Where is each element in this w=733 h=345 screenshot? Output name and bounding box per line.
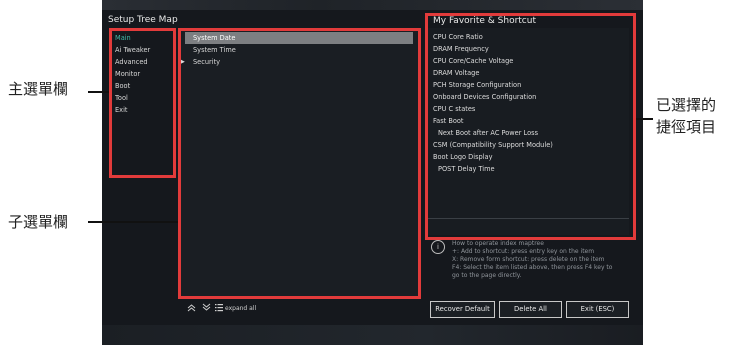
expand-all-link[interactable]: expand all [225, 305, 256, 312]
double-chevron-down-icon[interactable] [202, 303, 211, 314]
favorites-divider [426, 218, 629, 219]
favorite-item[interactable]: CSM (Compatibility Support Module) [433, 139, 553, 151]
top-strip [102, 0, 643, 10]
shortcut-leader-line [636, 118, 653, 120]
bottom-strip [102, 325, 643, 345]
main-menu-leader-line [88, 91, 109, 93]
favorite-item[interactable]: POST Delay Time [438, 163, 495, 175]
sub-menu-item-system-date[interactable]: System Date [185, 32, 413, 44]
sub-menu-item-system-time[interactable]: System Time [185, 44, 413, 56]
sub-menu-item-label: Security [193, 58, 221, 66]
info-icon: i [431, 240, 445, 254]
list-icon[interactable] [215, 303, 223, 314]
favorite-item[interactable]: CPU C states [433, 103, 475, 115]
main-menu-item-ai-tweaker[interactable]: Ai Tweaker [108, 44, 180, 56]
help-line: How to operate index maptree [452, 240, 544, 247]
main-menu-item-boot[interactable]: Boot [108, 80, 180, 92]
favorite-item[interactable]: DRAM Frequency [433, 43, 489, 55]
exit-button[interactable]: Exit (ESC) [566, 301, 629, 318]
favorites-title: My Favorite & Shortcut [433, 16, 536, 26]
help-line: +: Add to shortcut: press entry key on t… [452, 248, 595, 255]
help-line: F4: Select the item listed above, then p… [452, 264, 613, 271]
sub-menu-leader-line [88, 221, 178, 223]
favorite-item[interactable]: Onboard Devices Configuration [433, 91, 536, 103]
help-line: go to the page directly. [452, 272, 522, 279]
main-menu-item-tool[interactable]: Tool [108, 92, 180, 104]
favorite-item[interactable]: Boot Logo Display [433, 151, 493, 163]
main-menu-item-main[interactable]: Main [108, 32, 180, 44]
favorites-list: CPU Core Ratio DRAM Frequency CPU Core/C… [426, 28, 629, 235]
tree-toolbar: expand all [182, 301, 418, 318]
main-menu-item-advanced[interactable]: Advanced [108, 56, 180, 68]
shortcut-callout-line2: 捷徑項目 [656, 118, 717, 136]
expand-arrow-icon: ▶ [181, 59, 185, 65]
favorite-item[interactable]: Fast Boot [433, 115, 464, 127]
favorite-item[interactable]: CPU Core/Cache Voltage [433, 55, 513, 67]
bios-screen: Setup Tree Map Main Ai Tweaker Advanced … [102, 0, 643, 345]
shortcut-callout-line1: 已選擇的 [656, 96, 717, 114]
sub-menu: System Date System Time ▶ Security [179, 28, 419, 297]
main-menu-callout: 主選單欄 [8, 80, 69, 98]
help-line: X: Remove form shortcut: press delete on… [452, 256, 605, 263]
favorite-item[interactable]: CPU Core Ratio [433, 31, 483, 43]
main-menu: Main Ai Tweaker Advanced Monitor Boot To… [108, 28, 180, 325]
sub-menu-item-security[interactable]: ▶ Security [181, 56, 413, 68]
recover-default-button[interactable]: Recover Default [430, 301, 495, 318]
favorite-item[interactable]: DRAM Voltage [433, 67, 479, 79]
favorite-item[interactable]: Next Boot after AC Power Loss [438, 127, 538, 139]
delete-all-button[interactable]: Delete All [499, 301, 562, 318]
double-chevron-up-icon[interactable] [187, 303, 196, 314]
sub-menu-callout: 子選單欄 [8, 213, 69, 231]
main-menu-item-monitor[interactable]: Monitor [108, 68, 180, 80]
main-menu-item-exit[interactable]: Exit [108, 104, 180, 116]
favorite-item[interactable]: PCH Storage Configuration [433, 79, 521, 91]
setup-tree-title: Setup Tree Map [108, 15, 178, 25]
